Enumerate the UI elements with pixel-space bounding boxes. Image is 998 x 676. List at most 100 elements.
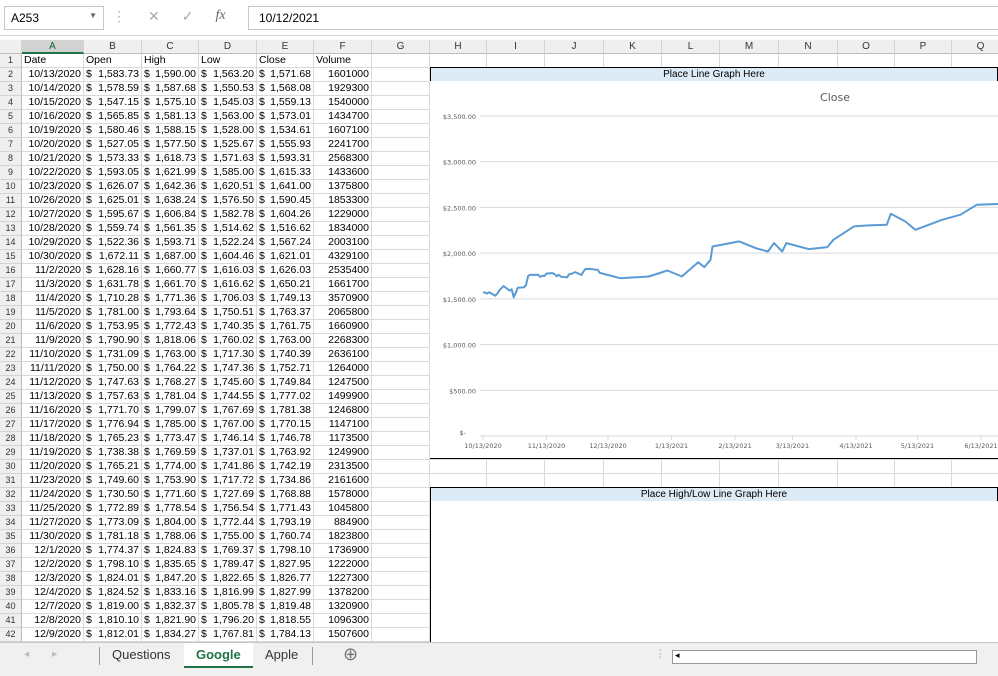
table-cell[interactable]: 2241700 (314, 138, 372, 152)
table-cell[interactable]: 10/15/2020 (22, 96, 84, 110)
column-header-G[interactable]: G (372, 40, 430, 54)
table-cell[interactable]: $1,626.03 (257, 264, 314, 278)
table-cell[interactable]: 1264000 (314, 362, 372, 376)
row-header[interactable]: 3 (0, 82, 22, 96)
table-cell[interactable]: 1499900 (314, 390, 372, 404)
empty-cell[interactable] (372, 320, 430, 334)
empty-cell[interactable] (895, 54, 952, 68)
table-cell[interactable]: $1,763.92 (257, 446, 314, 460)
table-cell[interactable]: 1045800 (314, 502, 372, 516)
table-cell[interactable]: $1,661.70 (142, 278, 199, 292)
table-cell[interactable]: $1,819.48 (257, 600, 314, 614)
row-header[interactable]: 9 (0, 166, 22, 180)
table-cell[interactable]: 2003100 (314, 236, 372, 250)
table-cell[interactable]: 10/28/2020 (22, 222, 84, 236)
table-cell[interactable]: $1,784.13 (257, 628, 314, 642)
table-cell[interactable]: $1,763.00 (257, 334, 314, 348)
empty-cell[interactable] (372, 572, 430, 586)
row-header[interactable]: 37 (0, 558, 22, 572)
row-header[interactable]: 25 (0, 390, 22, 404)
empty-cell[interactable] (372, 82, 430, 96)
table-cell[interactable]: $1,833.16 (142, 586, 199, 600)
table-cell[interactable]: 12/3/2020 (22, 572, 84, 586)
table-cell[interactable]: $1,785.00 (142, 418, 199, 432)
table-cell[interactable]: 1249900 (314, 446, 372, 460)
table-cell[interactable]: $1,826.77 (257, 572, 314, 586)
empty-cell[interactable] (430, 460, 487, 474)
table-cell[interactable]: 1147100 (314, 418, 372, 432)
table-cell[interactable]: $1,772.44 (199, 516, 257, 530)
empty-cell[interactable] (372, 614, 430, 628)
empty-cell[interactable] (372, 68, 430, 82)
table-cell[interactable]: 11/19/2020 (22, 446, 84, 460)
table-cell[interactable]: $1,749.60 (84, 474, 142, 488)
table-cell[interactable]: 11/3/2020 (22, 278, 84, 292)
table-cell[interactable]: 1578000 (314, 488, 372, 502)
table-cell[interactable]: 1433600 (314, 166, 372, 180)
table-cell[interactable]: $1,616.03 (199, 264, 257, 278)
table-cell[interactable]: $1,727.69 (199, 488, 257, 502)
empty-cell[interactable] (372, 446, 430, 460)
table-cell[interactable]: $1,847.20 (142, 572, 199, 586)
row-header[interactable]: 30 (0, 460, 22, 474)
table-cell[interactable]: 1853300 (314, 194, 372, 208)
table-cell[interactable]: $1,760.74 (257, 530, 314, 544)
table-cell[interactable]: $1,545.03 (199, 96, 257, 110)
table-cell[interactable]: $1,525.67 (199, 138, 257, 152)
enter-icon[interactable]: ✓ (182, 8, 194, 25)
empty-cell[interactable] (372, 124, 430, 138)
table-cell[interactable]: $1,717.72 (199, 474, 257, 488)
empty-cell[interactable] (372, 166, 430, 180)
empty-cell[interactable] (372, 362, 430, 376)
table-cell[interactable]: $1,565.85 (84, 110, 142, 124)
table-cell[interactable]: $1,822.65 (199, 572, 257, 586)
column-header-A[interactable]: A (22, 40, 84, 54)
empty-cell[interactable] (372, 54, 430, 68)
table-cell[interactable]: $1,750.00 (84, 362, 142, 376)
table-cell[interactable]: $1,606.84 (142, 208, 199, 222)
tab-apple[interactable]: Apple (253, 643, 310, 668)
table-cell[interactable]: 1378200 (314, 586, 372, 600)
table-cell[interactable]: $1,772.43 (142, 320, 199, 334)
row-header[interactable]: 24 (0, 376, 22, 390)
empty-cell[interactable] (487, 460, 545, 474)
empty-cell[interactable] (372, 208, 430, 222)
table-cell[interactable]: 1601000 (314, 68, 372, 82)
empty-cell[interactable] (838, 460, 895, 474)
table-cell[interactable]: $1,638.24 (142, 194, 199, 208)
column-header-E[interactable]: E (257, 40, 314, 54)
table-cell[interactable]: 11/20/2020 (22, 460, 84, 474)
header-cell[interactable]: Open (84, 54, 142, 68)
close-line-chart[interactable]: Close $- $500.00 $1,000.00 $1,500.00 $2,000.0… (430, 81, 998, 459)
table-cell[interactable]: $1,587.68 (142, 82, 199, 96)
table-cell[interactable]: $1,781.04 (142, 390, 199, 404)
table-cell[interactable]: $1,788.06 (142, 530, 199, 544)
table-cell[interactable]: 10/22/2020 (22, 166, 84, 180)
tab-questions[interactable]: Questions (100, 643, 183, 668)
table-cell[interactable]: $1,618.73 (142, 152, 199, 166)
table-cell[interactable]: $1,834.27 (142, 628, 199, 642)
table-cell[interactable]: 11/6/2020 (22, 320, 84, 334)
empty-cell[interactable] (895, 474, 952, 488)
table-cell[interactable]: $1,582.78 (199, 208, 257, 222)
row-header[interactable]: 31 (0, 474, 22, 488)
table-cell[interactable]: 1661700 (314, 278, 372, 292)
empty-cell[interactable] (952, 54, 998, 68)
table-cell[interactable]: $1,749.84 (257, 376, 314, 390)
row-header[interactable]: 32 (0, 488, 22, 502)
table-cell[interactable]: $1,641.00 (257, 180, 314, 194)
table-cell[interactable]: $1,583.73 (84, 68, 142, 82)
row-header[interactable]: 39 (0, 586, 22, 600)
row-header[interactable]: 1 (0, 54, 22, 68)
table-cell[interactable]: $1,765.21 (84, 460, 142, 474)
scroll-left-arrow-icon[interactable]: ◂ (675, 650, 680, 661)
row-header[interactable]: 41 (0, 614, 22, 628)
table-cell[interactable]: 12/1/2020 (22, 544, 84, 558)
column-header-B[interactable]: B (84, 40, 142, 54)
table-cell[interactable]: $1,763.00 (142, 348, 199, 362)
row-header[interactable]: 22 (0, 348, 22, 362)
row-header[interactable]: 26 (0, 404, 22, 418)
table-cell[interactable]: $1,765.23 (84, 432, 142, 446)
table-cell[interactable]: $1,744.55 (199, 390, 257, 404)
empty-cell[interactable] (720, 460, 779, 474)
